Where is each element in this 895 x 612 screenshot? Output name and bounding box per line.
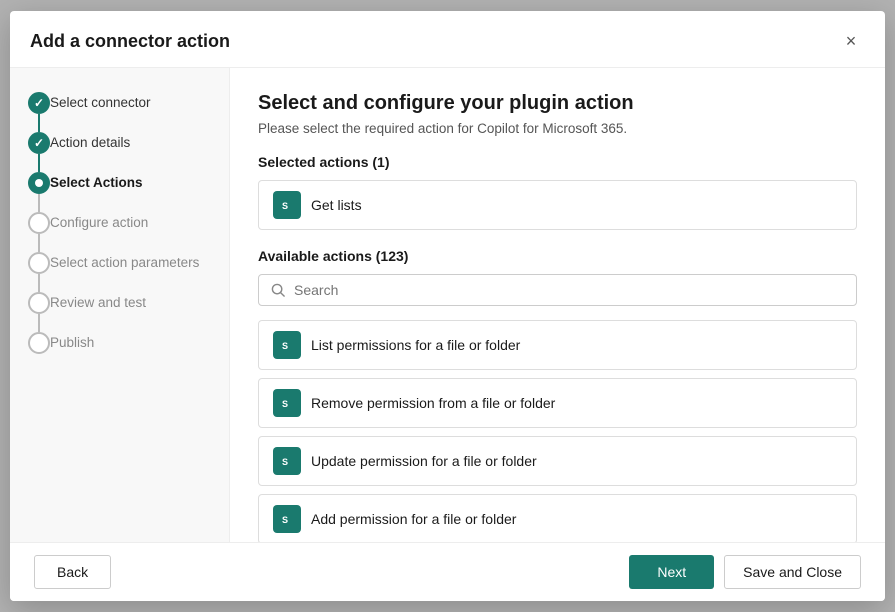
step-line-5 — [38, 274, 40, 292]
action-label-2: Remove permission from a file or folder — [311, 395, 555, 411]
step-line-3 — [38, 194, 40, 212]
check-icon-1: ✓ — [34, 96, 44, 110]
back-button[interactable]: Back — [34, 555, 111, 589]
save-close-button[interactable]: Save and Close — [724, 555, 861, 589]
available-actions-label: Available actions (123) — [258, 248, 857, 264]
action-icon-3: S — [273, 447, 301, 475]
search-icon — [271, 283, 286, 298]
step-row-publish: Publish — [28, 332, 229, 372]
step-circle-1: ✓ — [28, 92, 50, 114]
svg-text:S: S — [282, 341, 288, 351]
step-line-2 — [38, 154, 40, 172]
content-subtitle: Please select the required action for Co… — [258, 121, 857, 136]
step-line-6 — [38, 314, 40, 332]
action-icon-4: S — [273, 505, 301, 533]
action-label-4: Add permission for a file or folder — [311, 511, 516, 527]
step-line-4 — [38, 234, 40, 252]
search-box — [258, 274, 857, 306]
content-title: Select and configure your plugin action — [258, 92, 857, 115]
available-action-item-3[interactable]: S Update permission for a file or folder — [258, 436, 857, 486]
check-icon-2: ✓ — [34, 136, 44, 150]
modal: Add a connector action × ✓ Select connec… — [10, 11, 885, 601]
step-connector-4 — [28, 212, 50, 252]
svg-text:S: S — [282, 515, 288, 525]
next-button[interactable]: Next — [629, 555, 714, 589]
step-row-configure-action: Configure action — [28, 212, 229, 252]
footer-right: Next Save and Close — [629, 555, 861, 589]
step-row-select-actions: Select Actions — [28, 172, 229, 212]
step-connector-3 — [28, 172, 50, 212]
sidebar-item-select-action-parameters[interactable]: Select action parameters — [50, 252, 199, 292]
sidebar-item-publish[interactable]: Publish — [50, 332, 94, 372]
modal-title: Add a connector action — [30, 31, 230, 52]
sidebar-item-configure-action[interactable]: Configure action — [50, 212, 148, 252]
search-input[interactable] — [294, 282, 844, 298]
sharepoint-icon-selected: S — [279, 197, 295, 213]
action-icon-1: S — [273, 331, 301, 359]
close-button[interactable]: × — [837, 27, 865, 55]
selected-action-label: Get lists — [311, 197, 362, 213]
available-action-item-2[interactable]: S Remove permission from a file or folde… — [258, 378, 857, 428]
step-circle-7 — [28, 332, 50, 354]
step-connector-1: ✓ — [28, 92, 50, 132]
step-row-select-connector: ✓ Select connector — [28, 92, 229, 132]
svg-text:S: S — [282, 399, 288, 409]
modal-header: Add a connector action × — [10, 11, 885, 68]
selected-action-item[interactable]: S Get lists — [258, 180, 857, 230]
modal-body: ✓ Select connector ✓ Action details — [10, 68, 885, 542]
sharepoint-icon-3: S — [279, 453, 295, 469]
step-row-review-and-test: Review and test — [28, 292, 229, 332]
sidebar-item-action-details[interactable]: Action details — [50, 132, 130, 172]
action-label-1: List permissions for a file or folder — [311, 337, 520, 353]
step-circle-2: ✓ — [28, 132, 50, 154]
svg-text:S: S — [282, 457, 288, 467]
selected-actions-label: Selected actions (1) — [258, 154, 857, 170]
step-line-1 — [38, 114, 40, 132]
steps-list: ✓ Select connector ✓ Action details — [28, 92, 229, 372]
available-action-item-1[interactable]: S List permissions for a file or folder — [258, 320, 857, 370]
sharepoint-icon-1: S — [279, 337, 295, 353]
step-connector-5 — [28, 252, 50, 292]
sharepoint-icon-4: S — [279, 511, 295, 527]
step-row-select-action-parameters: Select action parameters — [28, 252, 229, 292]
step-circle-4 — [28, 212, 50, 234]
sidebar-item-review-and-test[interactable]: Review and test — [50, 292, 146, 332]
sidebar: ✓ Select connector ✓ Action details — [10, 68, 230, 542]
svg-text:S: S — [282, 201, 288, 211]
action-label-3: Update permission for a file or folder — [311, 453, 537, 469]
step-circle-3 — [28, 172, 50, 194]
step-row-action-details: ✓ Action details — [28, 132, 229, 172]
step-connector-6 — [28, 292, 50, 332]
available-action-item-4[interactable]: S Add permission for a file or folder — [258, 494, 857, 542]
step-connector-2: ✓ — [28, 132, 50, 172]
active-dot-3 — [35, 179, 43, 187]
selected-action-icon: S — [273, 191, 301, 219]
modal-footer: Back Next Save and Close — [10, 542, 885, 601]
sidebar-item-select-connector[interactable]: Select connector — [50, 92, 151, 132]
step-circle-6 — [28, 292, 50, 314]
content-area: Select and configure your plugin action … — [230, 68, 885, 542]
action-icon-2: S — [273, 389, 301, 417]
sharepoint-icon-2: S — [279, 395, 295, 411]
sidebar-item-select-actions[interactable]: Select Actions — [50, 172, 143, 212]
step-connector-7 — [28, 332, 50, 354]
step-circle-5 — [28, 252, 50, 274]
